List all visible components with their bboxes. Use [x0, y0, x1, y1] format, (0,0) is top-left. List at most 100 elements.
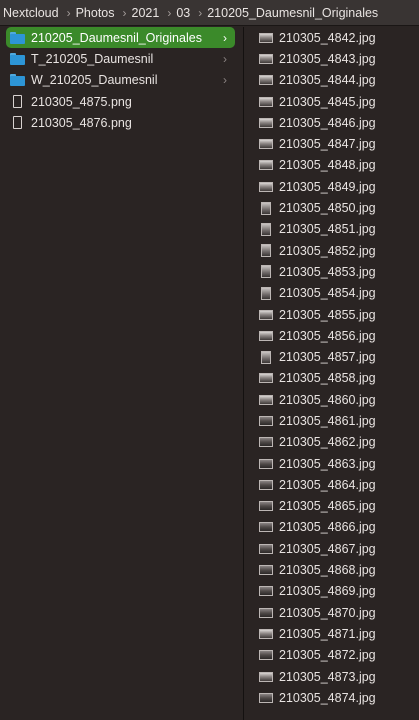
image-thumbnail-icon — [259, 373, 273, 384]
item-label: 210305_4845.jpg — [279, 94, 376, 109]
image-thumbnail-icon — [259, 479, 273, 490]
item-label: W_210205_Daumesnil — [31, 73, 158, 88]
item-label: 210305_4865.jpg — [279, 499, 376, 514]
file-item[interactable]: 210305_4847.jpg — [244, 133, 419, 154]
file-item[interactable]: 210305_4861.jpg — [244, 410, 419, 431]
image-thumbnail-icon — [259, 160, 273, 171]
file-item[interactable]: 210305_4850.jpg — [244, 197, 419, 218]
image-thumbnail-icon — [259, 671, 273, 682]
file-item[interactable]: 210305_4857.jpg — [244, 346, 419, 367]
folder-column[interactable]: 210205_Daumesnil_Originales › T_210205_Dau… — [0, 27, 243, 720]
folder-item[interactable]: 210205_Daumesnil_Originales › — [6, 27, 235, 49]
document-icon — [13, 95, 22, 109]
file-item[interactable]: 210305_4862.jpg — [244, 432, 419, 453]
file-item[interactable]: 210305_4872.jpg — [244, 645, 419, 666]
image-thumbnail-icon — [261, 244, 271, 258]
image-thumbnail-icon — [259, 394, 273, 405]
file-column[interactable]: 210305_4842.jpg 210305_4843.jpg 210305_484… — [244, 27, 419, 720]
image-thumbnail-icon — [259, 117, 273, 128]
file-item[interactable]: 210305_4856.jpg — [244, 325, 419, 346]
file-item[interactable]: 210305_4853.jpg — [244, 261, 419, 282]
file-item[interactable]: 210305_4868.jpg — [244, 559, 419, 580]
item-label: 210305_4858.jpg — [279, 371, 376, 386]
item-label: T_210205_Daumesnil — [31, 51, 154, 66]
item-label: 210305_4846.jpg — [279, 115, 376, 130]
image-thumbnail-icon — [261, 265, 271, 279]
item-label: 210305_4857.jpg — [279, 350, 376, 365]
item-label: 210305_4873.jpg — [279, 669, 376, 684]
file-item[interactable]: 210305_4845.jpg — [244, 91, 419, 112]
image-thumbnail-icon — [259, 501, 273, 512]
file-item[interactable]: 210305_4851.jpg — [244, 219, 419, 240]
breadcrumb-separator: › — [66, 5, 71, 20]
finder-window: Nextcloud › Photos › 2021 › 03 › 210205_Daumesni… — [0, 0, 419, 720]
image-thumbnail-icon — [261, 222, 271, 236]
folder-icon — [10, 74, 25, 87]
file-item[interactable]: 210305_4854.jpg — [244, 283, 419, 304]
breadcrumb-item[interactable]: 210205_Daumesnil_Originales — [206, 6, 379, 20]
file-item[interactable]: 210305_4873.jpg — [244, 666, 419, 687]
file-item[interactable]: 210305_4869.jpg — [244, 581, 419, 602]
item-label: 210305_4850.jpg — [279, 201, 376, 216]
item-label: 210305_4849.jpg — [279, 179, 376, 194]
file-item[interactable]: 210305_4866.jpg — [244, 517, 419, 538]
file-item[interactable]: 210305_4855.jpg — [244, 304, 419, 325]
item-label: 210305_4872.jpg — [279, 648, 376, 663]
file-item[interactable]: 210305_4863.jpg — [244, 453, 419, 474]
file-item[interactable]: 210305_4864.jpg — [244, 474, 419, 495]
breadcrumb-item[interactable]: Nextcloud — [0, 6, 60, 20]
image-thumbnail-icon — [259, 458, 273, 469]
file-item[interactable]: 210305_4852.jpg — [244, 240, 419, 261]
chevron-right-icon: › — [223, 73, 227, 88]
item-label: 210305_4862.jpg — [279, 435, 376, 450]
image-thumbnail-icon — [259, 586, 273, 597]
image-thumbnail-icon — [259, 139, 273, 150]
item-label: 210305_4856.jpg — [279, 328, 376, 343]
file-item[interactable]: 210305_4871.jpg — [244, 623, 419, 644]
image-thumbnail-icon — [259, 692, 273, 703]
file-item[interactable]: 210305_4848.jpg — [244, 155, 419, 176]
file-item[interactable]: 210305_4875.png — [6, 91, 235, 112]
item-label: 210305_4848.jpg — [279, 158, 376, 173]
breadcrumb-separator: › — [122, 5, 127, 20]
file-item[interactable]: 210305_4842.jpg — [244, 27, 419, 48]
file-item[interactable]: 210305_4843.jpg — [244, 48, 419, 69]
folder-icon — [10, 52, 25, 65]
file-item[interactable]: 210305_4858.jpg — [244, 368, 419, 389]
image-thumbnail-icon — [259, 522, 273, 533]
item-label: 210305_4853.jpg — [279, 264, 376, 279]
breadcrumb-item[interactable]: Photos — [75, 6, 116, 20]
image-thumbnail-icon — [259, 437, 273, 448]
item-label: 210305_4864.jpg — [279, 477, 376, 492]
folder-item[interactable]: W_210205_Daumesnil › — [6, 70, 235, 91]
breadcrumb-item[interactable]: 03 — [175, 6, 191, 20]
file-item[interactable]: 210305_4860.jpg — [244, 389, 419, 410]
breadcrumb-item[interactable]: 2021 — [131, 6, 161, 20]
folder-icon — [10, 31, 25, 44]
path-bar: Nextcloud › Photos › 2021 › 03 › 210205_Daumesni… — [0, 0, 419, 26]
image-thumbnail-icon — [259, 181, 273, 192]
item-label: 210305_4868.jpg — [279, 563, 376, 578]
item-label: 210305_4870.jpg — [279, 605, 376, 620]
file-item[interactable]: 210305_4876.png — [6, 112, 235, 133]
item-label: 210305_4852.jpg — [279, 243, 376, 258]
file-item[interactable]: 210305_4867.jpg — [244, 538, 419, 559]
item-label: 210305_4867.jpg — [279, 541, 376, 556]
file-item[interactable]: 210305_4874.jpg — [244, 687, 419, 708]
chevron-right-icon: › — [223, 51, 227, 66]
file-item[interactable]: 210305_4846.jpg — [244, 112, 419, 133]
folder-item[interactable]: T_210205_Daumesnil › — [6, 48, 235, 69]
file-item[interactable]: 210305_4849.jpg — [244, 176, 419, 197]
item-label: 210305_4866.jpg — [279, 520, 376, 535]
image-thumbnail-icon — [261, 201, 271, 215]
item-label: 210305_4876.png — [31, 115, 132, 130]
document-icon — [13, 116, 22, 130]
image-thumbnail-icon — [259, 96, 273, 107]
image-thumbnail-icon — [261, 350, 271, 364]
item-label: 210305_4875.png — [31, 94, 132, 109]
item-label: 210305_4871.jpg — [279, 626, 376, 641]
file-item[interactable]: 210305_4870.jpg — [244, 602, 419, 623]
file-item[interactable]: 210305_4865.jpg — [244, 496, 419, 517]
image-thumbnail-icon — [259, 628, 273, 639]
file-item[interactable]: 210305_4844.jpg — [244, 70, 419, 91]
